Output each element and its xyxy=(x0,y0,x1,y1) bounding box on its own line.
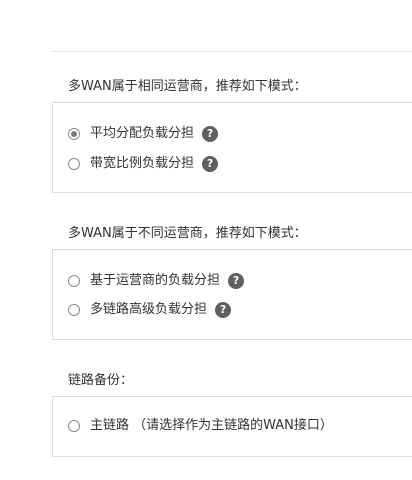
section-title-different-isp: 多WAN属于不同运营商，推荐如下模式： xyxy=(68,226,307,241)
radio-button[interactable] xyxy=(68,304,80,316)
radio-option-isp-based-load-balance[interactable]: 基于运营商的负载分担 ? xyxy=(68,272,245,290)
section-title-link-backup: 链路备份： xyxy=(68,373,134,388)
radio-option-multilink-advanced-load-balance[interactable]: 多链路高级负载分担 ? xyxy=(68,301,232,319)
radio-button[interactable] xyxy=(68,275,80,287)
different-isp-mode-panel: 基于运营商的负载分担 ? 多链路高级负载分担 ? xyxy=(52,249,412,340)
option-label: 平均分配负载分担 xyxy=(90,126,195,141)
option-label: 基于运营商的负载分担 xyxy=(90,273,221,288)
section-title-same-isp: 多WAN属于相同运营商，推荐如下模式： xyxy=(68,79,307,94)
option-label: 多链路高级负载分担 xyxy=(90,302,208,317)
question-circle-icon[interactable]: ? xyxy=(202,126,219,142)
option-label: 带宽比例负载分担 xyxy=(90,156,195,171)
radio-option-bandwidth-ratio-load-balance[interactable]: 带宽比例负载分担 ? xyxy=(68,155,219,173)
radio-button[interactable] xyxy=(68,158,80,170)
question-circle-icon[interactable]: ? xyxy=(228,273,245,289)
question-circle-icon[interactable]: ? xyxy=(202,156,219,172)
radio-option-primary-link[interactable]: 主链路 （请选择作为主链路的WAN接口） xyxy=(68,417,333,435)
link-backup-panel: 主链路 （请选择作为主链路的WAN接口） xyxy=(52,396,412,457)
radio-option-average-load-balance[interactable]: 平均分配负载分担 ? xyxy=(68,125,219,143)
top-divider xyxy=(52,51,412,52)
question-circle-icon[interactable]: ? xyxy=(215,302,232,318)
same-isp-mode-panel: 平均分配负载分担 ? 带宽比例负载分担 ? xyxy=(52,102,412,193)
radio-button[interactable] xyxy=(68,420,80,432)
radio-button-checked[interactable] xyxy=(68,128,80,140)
option-label: 主链路 （请选择作为主链路的WAN接口） xyxy=(90,418,333,433)
